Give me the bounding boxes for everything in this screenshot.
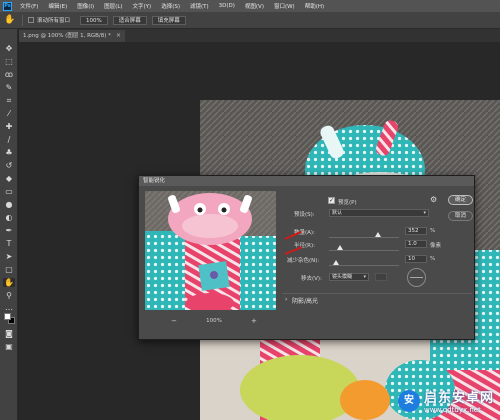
radius-input[interactable]: 1.0 — [405, 240, 427, 248]
menu-3d[interactable]: 3D(D) — [214, 3, 240, 9]
amount-input[interactable]: 352 — [405, 227, 427, 235]
menu-type[interactable]: 文字(Y) — [128, 2, 157, 10]
menu-window[interactable]: 窗口(W) — [269, 2, 300, 10]
toolbox: ✥ ⬚ ꝏ ✎ ⌗ ⁄ ✚ ∕ ♣ ↺ ◆ ▭ ● ◐ ✒ T ➤ ▢ ✋ ⚲ … — [0, 29, 18, 420]
photoshop-logo: Ps — [3, 1, 12, 11]
scroll-all-windows-checkbox[interactable] — [28, 17, 34, 23]
smart-sharpen-dialog: 智能锐化 − 100% + ✓ 预览(P) ⚙ 确定 取消 预设(S): 默认 … — [138, 175, 475, 340]
clone-stamp-tool-icon[interactable]: ♣ — [3, 148, 15, 157]
menu-edit[interactable]: 编辑(E) — [43, 2, 72, 10]
preset-label: 预设(S): — [294, 212, 315, 218]
menu-file[interactable]: 文件(F) — [15, 2, 43, 10]
menu-filter[interactable]: 滤镜(T) — [185, 2, 214, 10]
radius-slider-track[interactable] — [329, 250, 399, 251]
settings-gear-icon[interactable]: ⚙ — [430, 196, 438, 204]
move-tool-icon[interactable]: ✥ — [3, 44, 15, 53]
crop-tool-icon[interactable]: ⌗ — [3, 96, 15, 105]
pen-tool-icon[interactable]: ✒ — [3, 226, 15, 235]
eyedropper-tool-icon[interactable]: ⁄ — [3, 109, 15, 118]
chevron-down-icon: ▾ — [423, 210, 426, 216]
gradient-tool-icon[interactable]: ▭ — [3, 187, 15, 196]
healing-brush-tool-icon[interactable]: ✚ — [3, 122, 15, 131]
watermark: 安 启东安卓网 www.qdtdyx.net — [397, 387, 494, 414]
more-tools-icon[interactable]: … — [3, 303, 15, 312]
brush-tool-icon[interactable]: ∕ — [3, 135, 15, 144]
blur-tool-icon[interactable]: ● — [3, 200, 15, 209]
scroll-all-windows-label: 滚动所有窗口 — [37, 18, 71, 24]
ok-button[interactable]: 确定 — [448, 195, 473, 205]
menu-layer[interactable]: 图层(L) — [99, 2, 127, 10]
shadows-highlights-section[interactable]: 阴影/高光 — [292, 296, 318, 305]
preview-label: 预览(P) — [338, 200, 357, 206]
radius-unit: 像素 — [430, 243, 442, 249]
shadows-highlights-chevron-icon[interactable]: › — [285, 296, 287, 303]
reduce-noise-label: 减少杂色(N): — [287, 258, 320, 264]
chevron-down-icon: ▾ — [363, 274, 366, 280]
zoom-tool-icon[interactable]: ⚲ — [3, 291, 15, 300]
document-tab-title: 1.png @ 100% (图层 1, RGB/8) * — [23, 33, 111, 39]
section-divider — [282, 293, 472, 294]
reduce-noise-unit: % — [430, 256, 436, 262]
marquee-tool-icon[interactable]: ⬚ — [3, 57, 15, 66]
document-tab[interactable]: 1.png @ 100% (图层 1, RGB/8) * × — [19, 30, 125, 42]
reduce-noise-slider-track[interactable] — [329, 265, 399, 266]
menu-view[interactable]: 视图(V) — [240, 2, 269, 10]
watermark-text: 启东安卓网 www.qdtdyx.net — [424, 387, 494, 414]
amount-slider-track[interactable] — [329, 237, 399, 238]
history-brush-tool-icon[interactable]: ↺ — [3, 161, 15, 170]
options-bar: ✋ 滚动所有窗口 100% 适合屏幕 填充屏幕 — [0, 12, 500, 29]
zoom-percent-button[interactable]: 100% — [80, 15, 108, 25]
hand-tool-icon[interactable]: ✋ — [3, 278, 15, 287]
remove-value: 镜头模糊 — [332, 274, 353, 280]
quick-select-tool-icon[interactable]: ✎ — [3, 83, 15, 92]
fill-screen-button[interactable]: 填充屏幕 — [151, 15, 186, 25]
radius-slider-thumb[interactable] — [337, 245, 344, 250]
reduce-noise-slider-thumb[interactable] — [333, 260, 339, 265]
close-icon[interactable]: × — [116, 30, 121, 42]
watermark-title: 启东安卓网 — [423, 391, 494, 406]
eraser-tool-icon[interactable]: ◆ — [3, 174, 15, 183]
preset-dropdown[interactable]: 默认 ▾ — [329, 209, 429, 217]
fit-screen-button[interactable]: 适合屏幕 — [112, 15, 147, 25]
filter-preview[interactable] — [145, 191, 276, 310]
cancel-button[interactable]: 取消 — [448, 211, 473, 221]
remove-dropdown[interactable]: 镜头模糊 ▾ — [329, 273, 369, 281]
watermark-logo: 安 — [397, 389, 420, 412]
preview-checkbox[interactable]: ✓ — [328, 197, 335, 204]
preview-zoom-controls: − 100% + — [169, 316, 259, 326]
dialog-title: 智能锐化 — [139, 176, 474, 186]
zoom-out-icon[interactable]: − — [169, 316, 179, 326]
screen-mode-icon[interactable]: ▣ — [3, 342, 15, 351]
amount-slider-thumb[interactable] — [375, 232, 381, 237]
lasso-tool-icon[interactable]: ꝏ — [3, 70, 15, 79]
angle-input — [375, 273, 387, 281]
preset-value: 默认 — [332, 210, 343, 216]
menu-select[interactable]: 选择(S) — [156, 2, 185, 10]
zoom-in-icon[interactable]: + — [249, 316, 259, 326]
reduce-noise-input[interactable]: 10 — [405, 255, 427, 263]
preview-zoom-level: 100% — [206, 318, 222, 324]
quick-mask-icon[interactable]: ◙ — [3, 329, 15, 338]
angle-dial — [407, 268, 426, 287]
hand-tool-preset-icon[interactable]: ✋ — [3, 14, 17, 26]
menu-bar: Ps 文件(F) 编辑(E) 图像(I) 图层(L) 文字(Y) 选择(S) 滤… — [0, 0, 500, 12]
dodge-tool-icon[interactable]: ◐ — [3, 213, 15, 222]
menu-image[interactable]: 图像(I) — [72, 2, 99, 10]
document-tab-bar: 1.png @ 100% (图层 1, RGB/8) * × — [19, 29, 500, 42]
path-select-tool-icon[interactable]: ➤ — [3, 252, 15, 261]
foreground-color-swatch[interactable] — [4, 313, 11, 320]
watermark-url: www.qdtdyx.net — [423, 406, 481, 414]
amount-unit: % — [430, 228, 436, 234]
shape-tool-icon[interactable]: ▢ — [3, 265, 15, 274]
menu-help[interactable]: 帮助(H) — [300, 2, 329, 10]
type-tool-icon[interactable]: T — [3, 239, 15, 248]
remove-label: 移去(V): — [301, 276, 322, 282]
options-divider — [22, 14, 23, 26]
